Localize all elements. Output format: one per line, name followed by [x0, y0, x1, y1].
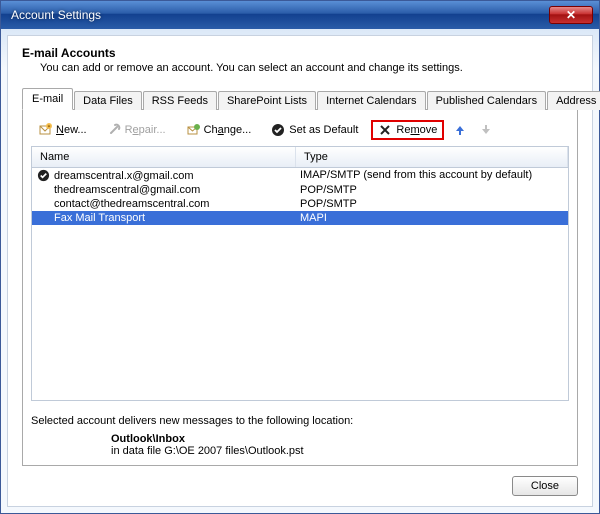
tab-data-files[interactable]: Data Files	[74, 91, 142, 110]
delivery-location-text: Selected account delivers new messages t…	[31, 415, 569, 427]
account-type: POP/SMTP	[296, 184, 568, 196]
tab-sharepoint-lists[interactable]: SharePoint Lists	[218, 91, 316, 110]
account-type: POP/SMTP	[296, 198, 568, 210]
tab-internet-calendars[interactable]: Internet Calendars	[317, 91, 426, 110]
remove-button[interactable]: Remove	[371, 120, 444, 140]
new-icon: ✶	[38, 123, 52, 137]
delivery-file: in data file G:\OE 2007 files\Outlook.ps…	[111, 445, 569, 457]
delivery-folder: Outlook\Inbox	[111, 433, 569, 445]
table-body: dreamscentral.x@gmail.com IMAP/SMTP (sen…	[32, 168, 568, 225]
set-default-label: Set as Default	[289, 124, 358, 136]
account-settings-window: Account Settings ✕ E-mail Accounts You c…	[0, 0, 600, 514]
account-name: thedreamscentral@gmail.com	[54, 184, 200, 196]
arrow-up-icon	[453, 123, 467, 137]
accounts-table: Name Type dreamscentral.x@gmail.com IMAP	[31, 146, 569, 401]
new-button[interactable]: ✶ NNew...ew...	[31, 120, 94, 140]
tab-address-books[interactable]: Address Books	[547, 91, 600, 110]
move-up-button[interactable]	[450, 120, 470, 140]
content-inner: E-mail Accounts You can add or remove an…	[7, 35, 593, 507]
svg-text:✶: ✶	[47, 124, 51, 130]
set-default-button[interactable]: Set as Default	[264, 120, 365, 140]
table-row[interactable]: dreamscentral.x@gmail.com IMAP/SMTP (sen…	[32, 168, 568, 183]
account-name: dreamscentral.x@gmail.com	[54, 170, 194, 182]
account-type: IMAP/SMTP (send from this account by def…	[296, 169, 568, 182]
table-header: Name Type	[32, 147, 568, 168]
page-subtitle: You can add or remove an account. You ca…	[40, 62, 578, 74]
move-down-button[interactable]	[476, 120, 496, 140]
x-icon	[378, 123, 392, 137]
delivery-location-info: Selected account delivers new messages t…	[31, 415, 569, 457]
close-window-button[interactable]: ✕	[549, 6, 593, 24]
arrow-down-icon	[479, 123, 493, 137]
change-icon	[186, 123, 200, 137]
page-title: E-mail Accounts	[22, 46, 578, 60]
tab-rss-feeds[interactable]: RSS Feeds	[143, 91, 217, 110]
column-name[interactable]: Name	[32, 147, 296, 167]
column-type[interactable]: Type	[296, 147, 568, 167]
table-row[interactable]: Fax Mail Transport MAPI	[32, 211, 568, 225]
default-check-icon	[36, 169, 50, 182]
tabstrip: E-mail Data Files RSS Feeds SharePoint L…	[22, 88, 578, 110]
tab-published-calendars[interactable]: Published Calendars	[427, 91, 547, 110]
account-name: Fax Mail Transport	[54, 212, 145, 224]
account-type: MAPI	[296, 212, 568, 224]
toolbar: ✶ NNew...ew... Repair...	[31, 118, 569, 146]
table-row[interactable]: contact@thedreamscentral.com POP/SMTP	[32, 197, 568, 211]
tab-email[interactable]: E-mail	[22, 88, 73, 110]
change-button[interactable]: Change...	[179, 120, 259, 140]
tabpanel-email: ✶ NNew...ew... Repair...	[22, 110, 578, 466]
titlebar: Account Settings ✕	[1, 1, 599, 29]
repair-button[interactable]: Repair...	[100, 120, 173, 140]
dialog-buttons: Close	[22, 476, 578, 496]
content-outer: E-mail Accounts You can add or remove an…	[1, 29, 599, 513]
window-title: Account Settings	[11, 8, 549, 22]
close-button[interactable]: Close	[512, 476, 578, 496]
repair-icon	[107, 123, 121, 137]
check-circle-icon	[271, 123, 285, 137]
table-row[interactable]: thedreamscentral@gmail.com POP/SMTP	[32, 183, 568, 197]
account-name: contact@thedreamscentral.com	[54, 198, 209, 210]
close-icon: ✕	[566, 8, 576, 22]
